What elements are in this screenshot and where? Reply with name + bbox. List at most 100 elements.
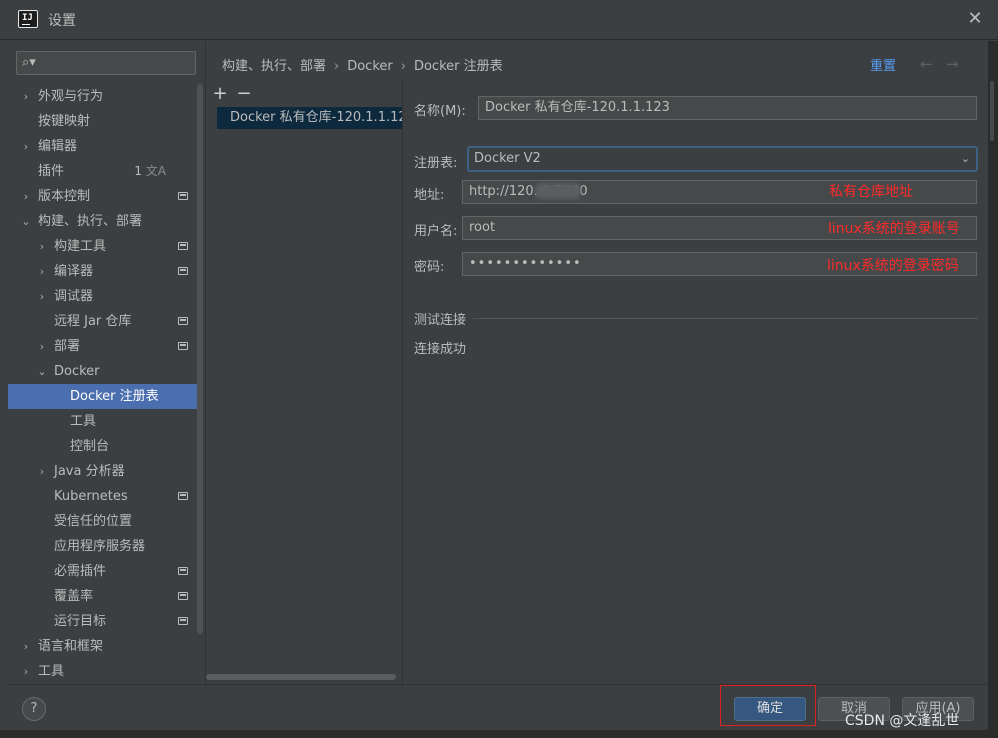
sidebar-item-label: Docker 注册表 [70, 389, 159, 404]
chevron-right-icon[interactable]: › [20, 84, 32, 109]
redaction-blur [535, 183, 581, 199]
chevron-right-icon[interactable]: › [20, 134, 32, 159]
sidebar-item[interactable]: › Java 分析器 [8, 459, 198, 484]
chevron-right-icon[interactable]: › [36, 259, 48, 284]
sidebar-item-label: 构建、执行、部署 [38, 214, 143, 229]
update-count-badge: 1 [134, 164, 142, 178]
ok-button[interactable]: 确定 [734, 697, 806, 721]
sidebar-item[interactable]: › 编译器 [8, 259, 198, 284]
sidebar-item[interactable]: Kubernetes [8, 484, 198, 509]
window-edge [0, 730, 988, 738]
sidebar-item-label: 编译器 [54, 264, 94, 279]
sidebar-item-label: 工具 [38, 664, 65, 679]
name-field[interactable]: Docker 私有仓库-120.1.1.123 [478, 96, 977, 120]
sidebar-item-label: 调试器 [54, 289, 94, 304]
sidebar-item-label: 部署 [54, 339, 81, 354]
back-arrow-icon[interactable]: ← [920, 55, 933, 73]
sidebar-item-label: 插件 [38, 164, 65, 179]
search-icon[interactable]: ⌕▾ [22, 55, 38, 71]
chevron-right-icon[interactable]: › [36, 234, 48, 259]
chevron-right-icon[interactable]: › [36, 334, 48, 359]
sidebar-item-label: 运行目标 [54, 614, 107, 629]
sidebar-item[interactable]: › 语言和框架 [8, 634, 198, 659]
sidebar-item[interactable]: › 编辑器 [8, 134, 198, 159]
sidebar-item[interactable]: › 部署 [8, 334, 198, 359]
translate-icon: 文A [145, 164, 166, 178]
sidebar-item-label: Kubernetes [54, 489, 128, 504]
sidebar-item[interactable]: 工具 [8, 409, 198, 434]
sidebar-item-label: Docker [54, 364, 100, 379]
sidebar-item[interactable]: ⌄ 构建、执行、部署 [8, 209, 198, 234]
sidebar-item[interactable]: 按键映射 [8, 109, 198, 134]
registry-type-value: Docker V2 [474, 151, 541, 166]
list-horizontal-scrollbar[interactable] [206, 674, 396, 680]
chevron-down-icon: ⌄ [960, 152, 970, 165]
sidebar-item[interactable]: › 构建工具 [8, 234, 198, 259]
sidebar-item[interactable]: 受信任的位置 [8, 509, 198, 534]
sidebar-item[interactable]: ⌄ Docker [8, 359, 198, 384]
help-button[interactable]: ? [22, 697, 46, 721]
settings-sidebar: ⌕▾ › 外观与行为 按键映射 › 编辑器 插件 1 文A › 版本控制 ⌄ 构建、执行、部署 › 构建工… [8, 41, 205, 684]
project-scope-icon [178, 617, 188, 625]
registry-type-select[interactable]: Docker V2 ⌄ [467, 146, 978, 172]
name-label: 名称(M): [414, 104, 466, 119]
sidebar-item-label: 构建工具 [54, 239, 107, 254]
project-scope-icon [178, 492, 188, 500]
search-input[interactable] [41, 54, 191, 72]
chevron-right-icon[interactable]: › [20, 184, 32, 209]
sidebar-item[interactable]: › 调试器 [8, 284, 198, 309]
sidebar-item[interactable]: › 外观与行为 [8, 84, 198, 109]
sidebar-item[interactable]: 远程 Jar 仓库 [8, 309, 198, 334]
connection-status: 连接成功 [414, 342, 467, 357]
breadcrumb-separator-icon: › [334, 59, 340, 74]
sidebar-item[interactable]: Docker 注册表 [8, 384, 198, 409]
chevron-right-icon[interactable]: › [36, 284, 48, 309]
chevron-right-icon[interactable]: › [20, 659, 32, 684]
chevron-down-icon[interactable]: ⌄ [36, 359, 48, 384]
project-scope-icon [178, 317, 188, 325]
project-scope-icon [178, 342, 188, 350]
sidebar-item[interactable]: 插件 1 文A [8, 159, 198, 184]
sidebar-item[interactable]: 控制台 [8, 434, 198, 459]
chevron-right-icon[interactable]: › [20, 634, 32, 659]
reset-link[interactable]: 重置 [870, 55, 896, 74]
sidebar-item-label: 远程 Jar 仓库 [54, 314, 132, 329]
sidebar-item-label: 工具 [70, 414, 97, 429]
sidebar-item-label: 覆盖率 [54, 589, 94, 604]
title-bar: IJ 设置 ✕ [0, 0, 998, 40]
sidebar-item[interactable]: › 工具 [8, 659, 198, 684]
username-label: 用户名: [414, 224, 458, 239]
project-scope-icon [178, 592, 188, 600]
sidebar-item[interactable]: 运行目标 [8, 609, 198, 634]
registry-form: 名称(M): Docker 私有仓库-120.1.1.123 注册表: Dock… [403, 80, 988, 684]
project-scope-icon [178, 242, 188, 250]
list-item[interactable]: Docker 私有仓库-120.1.1.123 [217, 107, 402, 129]
sidebar-item[interactable]: 应用程序服务器 [8, 534, 198, 559]
sidebar-item-label: 应用程序服务器 [54, 539, 146, 554]
remove-icon[interactable]: − [234, 84, 254, 104]
chevron-right-icon[interactable]: › [36, 459, 48, 484]
address-annotation: 私有仓库地址 [829, 184, 913, 200]
sidebar-item[interactable]: 必需插件 [8, 559, 198, 584]
search-box[interactable]: ⌕▾ [16, 51, 196, 75]
add-icon[interactable]: + [210, 84, 230, 104]
breadcrumb-item: Docker [347, 59, 393, 74]
project-scope-icon [178, 267, 188, 275]
section-divider [473, 318, 978, 319]
dialog-button-bar: ? 确定 取消 应用(A) [8, 684, 988, 730]
registry-label: 注册表: [414, 156, 458, 171]
breadcrumb: 构建、执行、部署 › Docker › Docker 注册表 [222, 55, 509, 74]
project-scope-icon [178, 567, 188, 575]
app-logo-icon: IJ [18, 10, 38, 28]
username-annotation: linux系统的登录账号 [828, 221, 960, 237]
sidebar-item[interactable]: 覆盖率 [8, 584, 198, 609]
registry-list-panel: + − Docker 私有仓库-120.1.1.123 [206, 80, 403, 684]
chevron-down-icon[interactable]: ⌄ [20, 209, 32, 234]
forward-arrow-icon[interactable]: → [946, 55, 959, 73]
breadcrumb-item: 构建、执行、部署 [222, 59, 327, 74]
test-connection-title: 测试连接 [414, 313, 467, 328]
sidebar-item[interactable]: › 版本控制 [8, 184, 198, 209]
window-edge [988, 41, 998, 738]
close-icon[interactable]: ✕ [966, 10, 984, 28]
sidebar-scrollbar[interactable] [197, 84, 203, 634]
